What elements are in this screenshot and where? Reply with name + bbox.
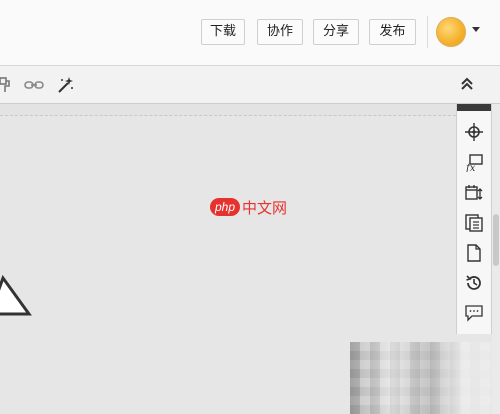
blurred-region xyxy=(350,342,492,414)
formula-icon[interactable]: fx xyxy=(465,154,483,172)
blank-page-icon[interactable] xyxy=(465,244,483,262)
toolbar xyxy=(0,66,500,104)
target-icon[interactable] xyxy=(465,123,483,141)
avatar[interactable] xyxy=(436,17,466,47)
header-divider xyxy=(427,16,428,48)
download-button[interactable]: 下载 xyxy=(201,19,245,45)
collaborate-button[interactable]: 协作 xyxy=(257,19,303,45)
link-icon[interactable] xyxy=(24,76,44,94)
svg-text:fx: fx xyxy=(465,163,476,172)
page-copy-icon[interactable] xyxy=(465,214,483,232)
share-button[interactable]: 分享 xyxy=(313,19,359,45)
triangle-shape[interactable] xyxy=(0,266,40,326)
comment-icon[interactable] xyxy=(465,304,483,322)
ruler xyxy=(0,104,456,116)
top-bar: 下载 协作 分享 发布 xyxy=(0,0,500,66)
collapse-icon[interactable] xyxy=(460,77,474,91)
vertical-scrollbar[interactable] xyxy=(492,104,500,414)
watermark-text: 中文网 xyxy=(242,199,288,217)
canvas[interactable] xyxy=(0,116,492,414)
chevron-down-icon[interactable] xyxy=(472,27,480,32)
watermark-logo: php xyxy=(210,198,240,216)
side-panel-header xyxy=(457,104,491,111)
publish-button[interactable]: 发布 xyxy=(369,19,416,45)
calendar-icon[interactable] xyxy=(465,184,483,202)
format-painter-icon[interactable] xyxy=(0,76,12,94)
magic-wand-icon[interactable] xyxy=(56,76,74,94)
history-icon[interactable] xyxy=(465,274,483,292)
side-panel: fx xyxy=(456,104,492,334)
scrollbar-thumb[interactable] xyxy=(493,214,499,266)
